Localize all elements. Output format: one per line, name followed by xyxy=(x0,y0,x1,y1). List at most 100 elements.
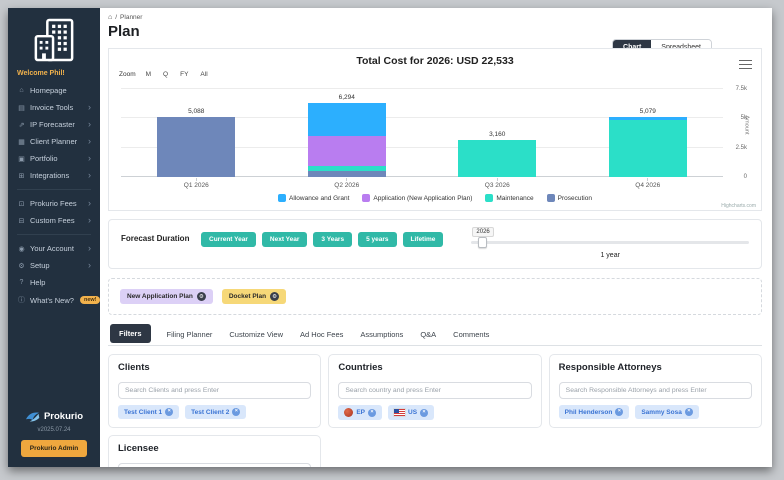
bar-value-label: 5,079 xyxy=(640,108,656,115)
forecast-button-3-years[interactable]: 3 Years xyxy=(313,232,352,247)
help-icon: ? xyxy=(17,279,26,286)
bar-segment-prosecution[interactable] xyxy=(308,171,386,177)
legend-item-prosecution[interactable]: Prosecution xyxy=(547,194,592,202)
new-badge: new! xyxy=(80,296,101,304)
sidebar-item-invoice-tools[interactable]: ▤Invoice Tools› xyxy=(8,99,100,116)
bar-group-q1-2026: 5,088 xyxy=(121,89,272,177)
invoice-tools-icon: ▤ xyxy=(17,104,26,112)
legend-item-allowance-and-grant[interactable]: Allowance and Grant xyxy=(278,194,349,202)
forecast-button-5-years[interactable]: 5 years xyxy=(358,232,396,247)
bar-q3-2026[interactable] xyxy=(458,140,536,177)
bar-q4-2026[interactable] xyxy=(609,117,687,177)
plan-chip-docket-plan[interactable]: Docket Plan ⚙ xyxy=(222,289,286,304)
tab-q-a[interactable]: Q&A xyxy=(419,325,437,345)
chevron-right-icon: › xyxy=(88,137,91,146)
sidebar-item-client-planner[interactable]: ▦Client Planner› xyxy=(8,133,100,150)
remove-icon[interactable]: × xyxy=(165,408,173,416)
prokurio-admin-button[interactable]: Prokurio Admin xyxy=(21,440,88,457)
attorneys-panel: Responsible Attorneys Phil Henderson×Sam… xyxy=(549,354,762,428)
tab-filing-planner[interactable]: Filing Planner xyxy=(166,325,214,345)
prokurio-brand: Prokurio xyxy=(25,410,83,423)
sidebar-item-your-account[interactable]: ◉Your Account› xyxy=(8,240,100,257)
plan-chip-label: Docket Plan xyxy=(229,293,266,300)
bar-segment-maintenance[interactable] xyxy=(458,140,536,177)
filter-chip-label: US xyxy=(408,409,417,416)
tab-comments[interactable]: Comments xyxy=(452,325,490,345)
forecast-button-lifetime[interactable]: Lifetime xyxy=(403,232,444,247)
filter-chip-test-client-2[interactable]: Test Client 2× xyxy=(185,405,246,419)
tab-filters[interactable]: Filters xyxy=(110,324,151,343)
gear-icon[interactable]: ⚙ xyxy=(270,292,279,301)
bars-layer: 5,0886,2943,1605,079 xyxy=(121,89,723,177)
bar-segment-application-new-application-plan[interactable] xyxy=(308,136,386,166)
remove-icon[interactable]: × xyxy=(685,408,693,416)
sidebar-item-label: Invoice Tools xyxy=(30,103,73,112)
chart-menu-icon[interactable] xyxy=(739,57,752,72)
portfolio-icon: ▣ xyxy=(17,155,26,163)
filter-chip-ep[interactable]: EP× xyxy=(338,405,382,420)
forecast-button-next-year[interactable]: Next Year xyxy=(262,232,308,247)
bar-segment-allowance-and-grant[interactable] xyxy=(308,103,386,135)
countries-search-input[interactable] xyxy=(338,382,531,399)
sidebar-item-label: Help xyxy=(30,278,45,287)
filter-chip-test-client-1[interactable]: Test Client 1× xyxy=(118,405,179,419)
slider-handle[interactable] xyxy=(478,237,487,248)
legend-item-application-new-application-plan[interactable]: Application (New Application Plan) xyxy=(362,194,472,202)
remove-icon[interactable]: × xyxy=(615,408,623,416)
clients-search-input[interactable] xyxy=(118,382,311,399)
bar-q1-2026[interactable] xyxy=(157,117,235,177)
plan-chip-new-application-plan[interactable]: New Application Plan⚙ xyxy=(120,289,213,304)
sidebar-item-help[interactable]: ? Help xyxy=(8,274,100,291)
tab-customize-view[interactable]: Customize View xyxy=(228,325,284,345)
zoom-m-button[interactable]: M xyxy=(144,70,153,79)
licensee-search-input[interactable] xyxy=(118,463,311,467)
zoom-q-button[interactable]: Q xyxy=(161,70,170,79)
sidebar-item-homepage[interactable]: ⌂Homepage xyxy=(8,82,100,99)
clients-chips: Test Client 1× Test Client 2× xyxy=(118,405,311,419)
clients-panel: Clients Test Client 1×Test Client 2× xyxy=(108,354,321,428)
prokurio-building-logo xyxy=(8,8,100,66)
sidebar-item-prokurio-fees[interactable]: ⊡Prokurio Fees› xyxy=(8,195,100,212)
zoom-fy-button[interactable]: FY xyxy=(178,70,190,79)
filter-chip-phil-henderson[interactable]: Phil Henderson× xyxy=(559,405,630,419)
zoom-all-button[interactable]: All xyxy=(198,70,209,79)
sidebar-item-integrations[interactable]: ⊞Integrations› xyxy=(8,167,100,184)
bar-value-label: 6,294 xyxy=(339,94,355,101)
remove-icon[interactable]: × xyxy=(232,408,240,416)
sidebar-item-label: IP Forecaster xyxy=(30,120,75,129)
sidebar-item-label: Portfolio xyxy=(30,154,58,163)
remove-icon[interactable]: × xyxy=(420,409,428,417)
breadcrumb-planner[interactable]: Planner xyxy=(120,14,142,21)
sidebar-item-label: Custom Fees xyxy=(30,216,75,225)
sidebar-item-ip-forecaster[interactable]: ⇗IP Forecaster› xyxy=(8,116,100,133)
sidebar-item-setup[interactable]: ⚙Setup› xyxy=(8,257,100,274)
version-text: v2025.07.24 xyxy=(37,427,70,433)
filter-chip-sammy-sosa[interactable]: Sammy Sosa× xyxy=(635,405,698,419)
highcharts-credit[interactable]: Highcharts.com xyxy=(721,203,756,209)
gear-icon[interactable]: ⚙ xyxy=(197,292,206,301)
remove-icon[interactable]: × xyxy=(368,409,376,417)
bar-segment-maintenance[interactable] xyxy=(609,120,687,177)
sidebar-item-label: Setup xyxy=(30,261,50,270)
legend-item-maintenance[interactable]: Maintenance xyxy=(485,194,533,202)
ep-flag-icon xyxy=(344,408,353,417)
tab-ad-hoc-fees[interactable]: Ad Hoc Fees xyxy=(299,325,344,345)
attorneys-search-input[interactable] xyxy=(559,382,752,399)
legend-label: Prosecution xyxy=(558,195,592,202)
countries-chips: EP×US× xyxy=(338,405,531,420)
sidebar-item-portfolio[interactable]: ▣ Portfolio › xyxy=(8,150,100,167)
countries-title: Countries xyxy=(338,362,531,373)
chevron-right-icon: › xyxy=(88,154,91,163)
bar-segment-prosecution[interactable] xyxy=(157,117,235,177)
sidebar-item-custom-fees[interactable]: ⊟Custom Fees› xyxy=(8,212,100,229)
tab-assumptions[interactable]: Assumptions xyxy=(359,325,404,345)
bar-q2-2026[interactable] xyxy=(308,103,386,177)
filter-chip-us[interactable]: US× xyxy=(388,405,434,420)
home-icon[interactable]: ⌂ xyxy=(108,14,112,21)
filters-grid: Clients Test Client 1×Test Client 2× Cou… xyxy=(108,354,762,467)
legend-label: Allowance and Grant xyxy=(289,195,349,202)
forecast-button-current-year[interactable]: Current Year xyxy=(201,232,256,247)
zoom-label: Zoom xyxy=(119,71,136,78)
sidebar-item-what-s-new[interactable]: ⓘWhat's New?new! xyxy=(8,291,100,309)
slider-track[interactable] xyxy=(471,241,749,244)
